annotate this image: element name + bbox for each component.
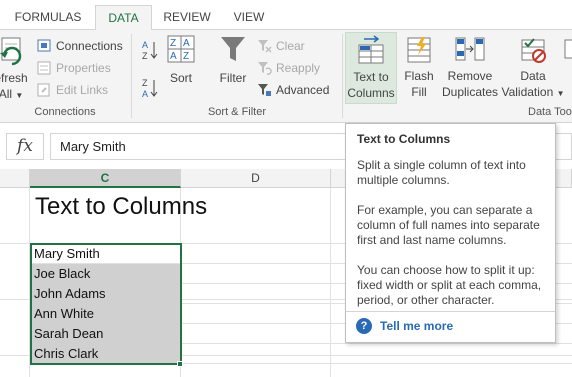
tooltip-paragraph: You can choose how to split it up: fixed…	[357, 263, 542, 307]
consolidate-icon	[564, 39, 572, 59]
advanced-filter-icon	[258, 84, 271, 96]
tooltip-divider	[346, 311, 555, 312]
clear-filter-icon	[258, 40, 272, 53]
title-cell[interactable]: Text to Columns	[35, 193, 207, 221]
refresh-all-label-2: All ▼	[0, 87, 24, 101]
flash-fill-button[interactable]: Flash Fill	[400, 34, 438, 100]
connections-group-label: Connections	[34, 106, 96, 118]
data-validation-icon	[521, 38, 546, 63]
connections-button[interactable]: Connections	[37, 36, 123, 56]
column-header-d[interactable]: D	[181, 169, 331, 188]
tab-data[interactable]: DATA	[95, 5, 152, 31]
sort-z-a-button[interactable]: Z A	[141, 76, 163, 100]
properties-button[interactable]: Properties	[37, 58, 111, 78]
advanced-label: Advanced	[276, 83, 330, 97]
text-to-columns-button[interactable]: Text to Columns	[345, 32, 397, 104]
text-to-columns-tooltip: Text to Columns Split a single column of…	[345, 123, 556, 343]
svg-text:A: A	[142, 89, 148, 99]
flash-fill-label-2: Fill	[411, 85, 427, 99]
column-header-b[interactable]	[0, 169, 30, 188]
text-to-columns-icon	[358, 35, 384, 64]
remove-duplicates-label-2: Duplicates	[441, 85, 499, 99]
edit-links-button[interactable]: Edit Links	[37, 80, 108, 100]
svg-text:A: A	[183, 38, 190, 49]
remove-duplicates-button[interactable]: Remove Duplicates	[440, 34, 500, 100]
tell-me-more-link[interactable]: ? Tell me more	[356, 318, 453, 334]
properties-label: Properties	[56, 61, 111, 75]
column-header-c[interactable]: C	[30, 169, 181, 188]
help-icon: ?	[356, 318, 372, 334]
insert-function-button[interactable]: fx	[6, 133, 44, 160]
sort-descending-icon: Z A	[142, 78, 158, 99]
properties-icon	[37, 61, 51, 75]
group-separator	[342, 34, 343, 118]
tab-formulas[interactable]: FORMULAS	[8, 5, 88, 31]
svg-text:Z: Z	[142, 51, 148, 61]
data-tools-group-label: Data Too	[528, 106, 572, 118]
ribbon: efresh All ▼ Connections Properties Edit…	[0, 30, 572, 123]
tell-me-more-label: Tell me more	[380, 319, 454, 333]
reapply-button[interactable]: Reapply	[257, 58, 320, 78]
clear-button[interactable]: Clear	[257, 36, 305, 56]
tooltip-title: Text to Columns	[357, 132, 451, 146]
fill-handle[interactable]	[177, 361, 183, 367]
sort-label: Sort	[169, 71, 192, 85]
data-validation-label-2: Validation ▼	[501, 85, 565, 99]
data-validation-label-1: Data	[520, 69, 546, 83]
text-to-columns-label-1: Text to	[353, 70, 389, 84]
sort-a-z-button[interactable]: A Z	[141, 38, 163, 62]
clear-label: Clear	[276, 39, 305, 53]
flash-fill-label-1: Flash	[404, 69, 434, 83]
reapply-label: Reapply	[276, 61, 321, 75]
consolidate-button-partial[interactable]	[564, 34, 572, 68]
advanced-button[interactable]: Advanced	[257, 80, 329, 100]
refresh-all-button[interactable]: efresh All ▼	[0, 34, 28, 104]
edit-links-label: Edit Links	[56, 83, 109, 97]
tab-view[interactable]: VIEW	[226, 5, 272, 31]
sort-filter-group-label: Sort & Filter	[207, 106, 267, 118]
connections-icon	[37, 39, 51, 52]
flash-fill-icon	[407, 37, 431, 63]
filter-icon	[221, 37, 245, 61]
filter-label: Filter	[219, 71, 247, 85]
svg-text:Z: Z	[142, 78, 148, 88]
refresh-icon	[0, 37, 22, 66]
sort-icon: Z A A Z	[167, 35, 195, 63]
remove-duplicates-icon	[455, 37, 485, 61]
svg-text:Z: Z	[183, 51, 189, 62]
svg-text:A: A	[170, 51, 177, 62]
tooltip-paragraph: For example, you can separate a column o…	[357, 203, 540, 247]
reapply-icon	[258, 62, 272, 75]
text-to-columns-label-2: Columns	[347, 86, 395, 100]
ribbon-tab-bar: FORMULAS DATA REVIEW VIEW	[0, 0, 572, 31]
sort-button[interactable]: Z A A Z Sort	[164, 34, 198, 86]
edit-links-icon	[37, 83, 50, 97]
refresh-all-label-1: efresh	[0, 71, 28, 85]
tooltip-paragraph: Split a single column of text into multi…	[357, 158, 526, 187]
svg-text:Z: Z	[170, 38, 176, 49]
svg-text:A: A	[142, 40, 148, 50]
remove-duplicates-label-1: Remove	[447, 69, 493, 83]
chevron-down-icon: ▼	[15, 91, 24, 100]
sort-ascending-icon: A Z	[142, 40, 158, 61]
data-validation-button[interactable]: Data Validation ▼	[501, 34, 565, 102]
filter-button[interactable]: Filter	[216, 34, 250, 86]
tab-review[interactable]: REVIEW	[158, 5, 216, 31]
selection-range	[30, 243, 182, 365]
connections-label: Connections	[56, 39, 123, 53]
chevron-down-icon: ▼	[556, 89, 565, 98]
